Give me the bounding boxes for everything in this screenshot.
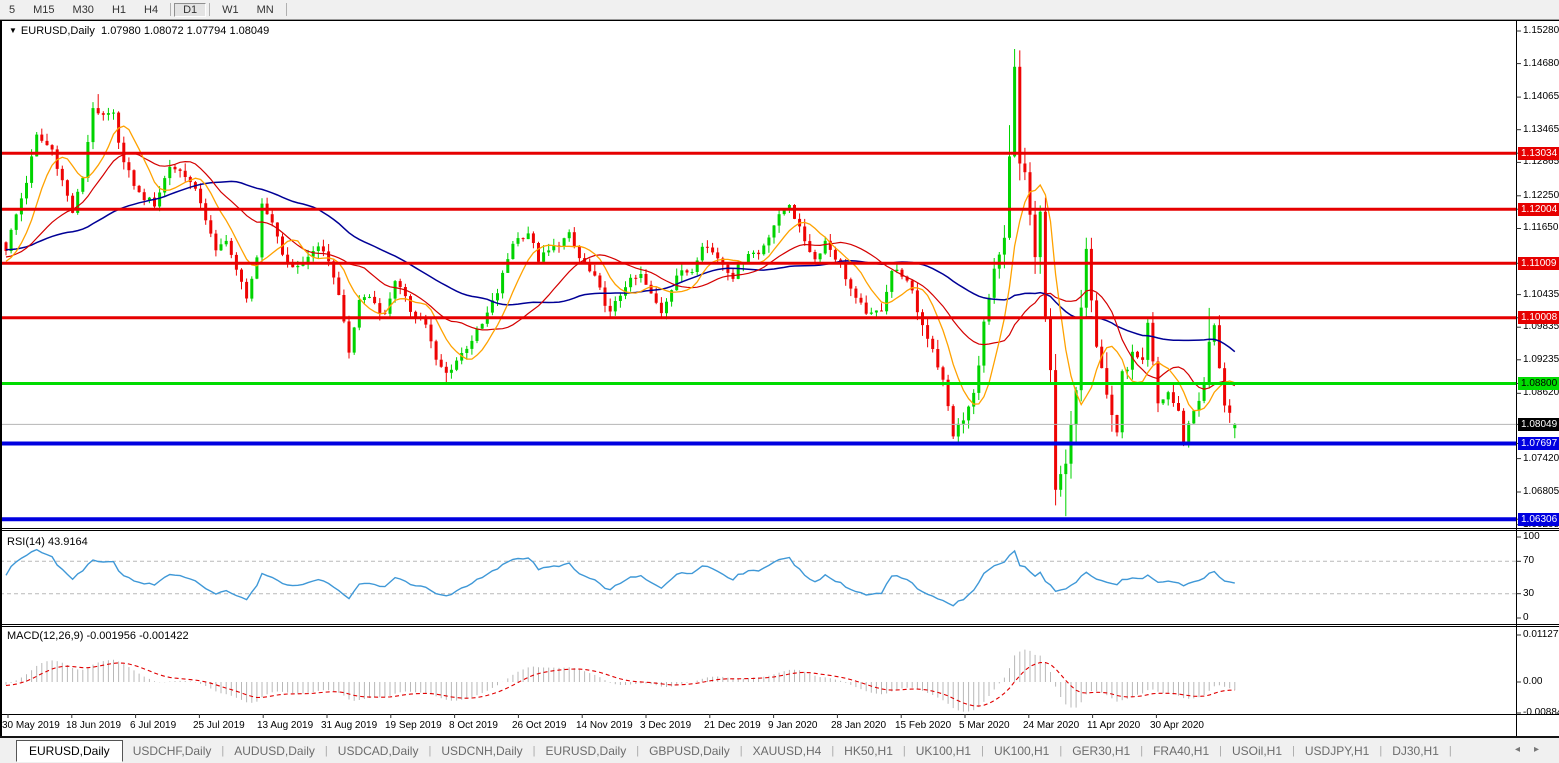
chart-canvas[interactable]	[0, 20, 1559, 736]
x-axis-label: 21 Dec 2019	[704, 720, 761, 731]
macd-panel	[6, 650, 1235, 712]
x-axis-label: 3 Dec 2019	[640, 720, 691, 731]
price-level-label: 1.08800	[1518, 377, 1559, 390]
price-level-label: 1.12004	[1518, 203, 1559, 216]
chart-tab-ger30-h1[interactable]: GER30,H1	[1062, 741, 1140, 761]
x-axis-label: 15 Feb 2020	[895, 720, 951, 731]
timeframe-button-m30[interactable]: M30	[64, 3, 103, 17]
candles-layer	[5, 49, 1237, 516]
x-axis-label: 9 Jan 2020	[768, 720, 818, 731]
x-axis-label: 11 Apr 2020	[1087, 720, 1140, 731]
timeframe-toolbar: 5M15M30H1H4 D1 W1MN	[0, 0, 1559, 20]
x-axis-label: 18 Jun 2019	[66, 720, 121, 731]
x-axis-label: 13 Aug 2019	[257, 720, 313, 731]
price-level-label: 1.07697	[1518, 437, 1559, 450]
x-axis-label: 30 Apr 2020	[1150, 720, 1204, 731]
y-axis-tick: 1.06805	[1523, 486, 1559, 498]
rsi-axis-tick: 100	[1523, 531, 1559, 543]
toolbar-separator	[286, 3, 287, 16]
chart-tab-usdjpy-h1[interactable]: USDJPY,H1	[1295, 741, 1379, 761]
x-axis-label: 14 Nov 2019	[576, 720, 633, 731]
macd-axis-tick: 0.011277	[1523, 629, 1559, 641]
macd-indicator-label: MACD(12,26,9) -0.001956 -0.001422	[7, 630, 189, 642]
tab-separator: |	[1449, 745, 1452, 757]
x-axis-label: 31 Aug 2019	[321, 720, 377, 731]
price-level-label: 1.10008	[1518, 311, 1559, 324]
price-level-label: 1.06306	[1518, 513, 1559, 526]
chart-tab-fra40-h1[interactable]: FRA40,H1	[1143, 741, 1219, 761]
chart-tab-eurusd-daily[interactable]: EURUSD,Daily	[536, 741, 637, 761]
chart-frame	[0, 20, 1559, 736]
toolbar-separator	[209, 3, 210, 16]
chart-symbol-label: EURUSD,Daily	[21, 25, 95, 37]
timeframe-button-w1[interactable]: W1	[213, 3, 248, 17]
mt4-window: { "toolbar": { "timeframes": ["5", "M15"…	[0, 0, 1559, 763]
y-axis-tick: 1.09235	[1523, 354, 1559, 366]
timeframe-button-m15[interactable]: M15	[24, 3, 63, 17]
tab-scroll-right-icon[interactable]: ▸	[1534, 744, 1553, 755]
price-level-label: 1.11009	[1518, 257, 1559, 270]
x-axis-label: 28 Jan 2020	[831, 720, 886, 731]
timeframe-button-h1[interactable]: H1	[103, 3, 135, 17]
y-axis-tick: 1.07420	[1523, 453, 1559, 465]
y-axis-tick: 1.15280	[1523, 25, 1559, 37]
chart-ohlc-values: 1.07980 1.08072 1.07794 1.08049	[101, 25, 269, 37]
chart-tab-usdcad-daily[interactable]: USDCAD,Daily	[328, 741, 429, 761]
macd-axis-tick: -0.00884	[1523, 707, 1559, 719]
price-level-label: 1.08049	[1518, 418, 1559, 431]
chart-tab-uk100-h1[interactable]: UK100,H1	[906, 741, 981, 761]
x-axis-label: 19 Sep 2019	[385, 720, 442, 731]
price-level-label: 1.13034	[1518, 147, 1559, 160]
x-axis-label: 26 Oct 2019	[512, 720, 566, 731]
chart-tab-usoil-h1[interactable]: USOil,H1	[1222, 741, 1292, 761]
chart-tab-usdchf-daily[interactable]: USDCHF,Daily	[123, 741, 222, 761]
chart-tab-eurusd-daily[interactable]: EURUSD,Daily	[16, 740, 123, 762]
x-axis-label: 30 May 2019	[2, 720, 60, 731]
rsi-axis-tick: 0	[1523, 612, 1559, 624]
chart-tab-xauusd-h4[interactable]: XAUUSD,H4	[743, 741, 832, 761]
x-axis-label: 25 Jul 2019	[193, 720, 245, 731]
chart-tab-hk50-h1[interactable]: HK50,H1	[834, 741, 903, 761]
timeframe-button-mn[interactable]: MN	[248, 3, 283, 17]
chart-tab-usdcnh-daily[interactable]: USDCNH,Daily	[431, 741, 532, 761]
chart-tab-audusd-daily[interactable]: AUDUSD,Daily	[224, 741, 325, 761]
rsi-axis-tick: 30	[1523, 588, 1559, 600]
y-axis-tick: 1.12250	[1523, 190, 1559, 202]
rsi-axis-tick: 70	[1523, 555, 1559, 567]
y-axis-tick: 1.13465	[1523, 124, 1559, 136]
timeframe-button-h4[interactable]: H4	[135, 3, 167, 17]
x-axis-label: 5 Mar 2020	[959, 720, 1010, 731]
chart-tab-dj30-h1[interactable]: DJ30,H1	[1382, 741, 1449, 761]
chevron-down-icon: ▼	[9, 26, 17, 35]
chart-tab-gbpusd-daily[interactable]: GBPUSD,Daily	[639, 741, 740, 761]
y-axis-tick: 1.10435	[1523, 289, 1559, 301]
toolbar-separator	[170, 3, 171, 16]
x-axis-label: 6 Jul 2019	[130, 720, 176, 731]
tab-scroll-left-icon[interactable]: ◂	[1515, 744, 1534, 755]
chart-title: ▼ EURUSD,Daily 1.07980 1.08072 1.07794 1.…	[7, 25, 271, 37]
x-axis-label: 8 Oct 2019	[449, 720, 498, 731]
x-axis-label: 24 Mar 2020	[1023, 720, 1079, 731]
chart-tab-uk100-h1[interactable]: UK100,H1	[984, 741, 1059, 761]
rsi-indicator-label: RSI(14) 43.9164	[7, 536, 88, 548]
y-axis-tick: 1.14065	[1523, 91, 1559, 103]
macd-axis-tick: 0.00	[1523, 676, 1559, 688]
timeframe-button-d1[interactable]: D1	[174, 3, 206, 17]
y-axis-tick: 1.11650	[1523, 222, 1559, 234]
price-levels-layer	[0, 153, 1517, 519]
chart-area[interactable]: ▼ EURUSD,Daily 1.07980 1.08072 1.07794 1.…	[0, 20, 1559, 736]
y-axis-tick: 1.14680	[1523, 58, 1559, 70]
timeframe-button-5[interactable]: 5	[0, 3, 24, 17]
chart-tab-bar: EURUSD,DailyUSDCHF,Daily|AUDUSD,Daily|US…	[0, 736, 1559, 763]
rsi-panel	[0, 550, 1517, 606]
